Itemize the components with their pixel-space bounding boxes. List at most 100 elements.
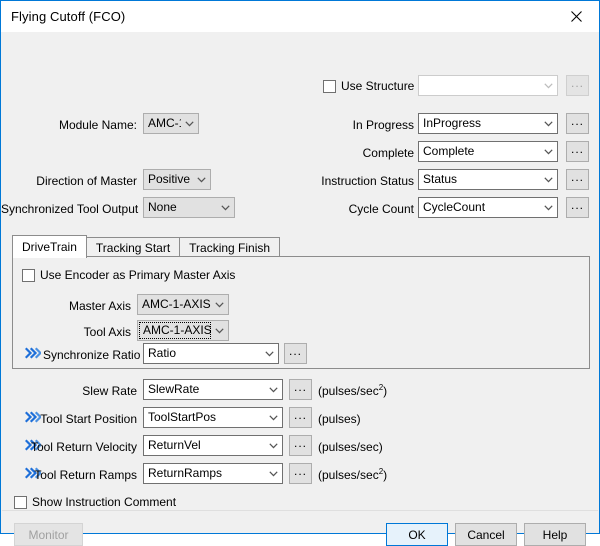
master-axis-label: Master Axis — [68, 299, 131, 313]
synchronize-ratio-label: Synchronize Ratio — [43, 348, 141, 362]
chevron-down-icon — [540, 204, 557, 211]
synchronize-ratio-value: Ratio — [148, 346, 177, 360]
tool-return-ramps-label: Tool Return Ramps — [34, 468, 137, 482]
show-instruction-comment-label: Show Instruction Comment — [32, 495, 177, 509]
slew-rate-label: Slew Rate — [82, 384, 137, 398]
tool-axis-value: AMC-1-AXIS-3 — [139, 322, 211, 339]
ellipsis-label: ... — [570, 113, 584, 128]
instruction-status-combo[interactable]: Status — [418, 169, 558, 190]
footer-separator — [2, 510, 598, 511]
units-text: (pulses/sec) — [318, 440, 383, 454]
in-progress-combo[interactable]: InProgress — [418, 113, 558, 134]
ellipsis-label: ... — [293, 379, 307, 394]
use-structure-combo — [418, 75, 558, 96]
in-progress-browse-button[interactable]: ... — [566, 113, 589, 134]
units-text: (pulses/sec — [318, 468, 379, 482]
chevron-down-icon — [265, 442, 282, 449]
direction-of-master-label: Direction of Master — [36, 174, 137, 188]
cancel-label: Cancel — [467, 527, 505, 542]
ellipsis-label: ... — [570, 141, 584, 156]
tool-return-ramps-units: (pulses/sec2) — [318, 467, 387, 483]
tool-start-position-browse-button[interactable]: ... — [289, 407, 312, 428]
direction-of-master-value: Positive — [148, 172, 191, 186]
ellipsis-label: ... — [570, 169, 584, 184]
tab-strip: DriveTrain Tracking Start Tracking Finis… — [12, 235, 281, 258]
tool-return-ramps-combo[interactable]: ReturnRamps — [143, 463, 283, 484]
tool-return-velocity-value: ReturnVel — [148, 438, 201, 452]
checkbox-box — [14, 495, 27, 509]
checkbox-box — [323, 79, 336, 93]
tab-tracking-start[interactable]: Tracking Start — [85, 237, 181, 258]
chevron-down-icon — [265, 470, 282, 477]
chevron-down-icon — [540, 148, 557, 155]
master-axis-value: AMC-1-AXIS-2 — [142, 297, 211, 311]
tool-return-velocity-label: Tool Return Velocity — [30, 440, 137, 454]
module-name-label: Module Name: — [58, 118, 137, 132]
instruction-status-value: Status — [423, 172, 458, 186]
help-label: Help — [542, 527, 568, 542]
monitor-button: Monitor — [14, 523, 83, 546]
tool-return-velocity-units: (pulses/sec) — [318, 439, 383, 455]
tool-start-position-label: Tool Start Position — [40, 412, 137, 426]
units-tail: ) — [383, 468, 388, 482]
synchronize-ratio-combo[interactable]: Ratio — [143, 343, 279, 364]
module-name-combo[interactable]: AMC-1 — [143, 113, 199, 134]
dialog-window: Flying Cutoff (FCO) Use Structure ... Mo… — [0, 0, 600, 546]
units-text: (pulses) — [318, 412, 361, 426]
chevron-down-icon — [211, 301, 228, 308]
synchronized-tool-output-value: None — [148, 200, 177, 214]
slew-rate-browse-button[interactable]: ... — [289, 379, 312, 400]
ellipsis-label: ... — [293, 463, 307, 478]
chevron-down-icon — [265, 414, 282, 421]
master-axis-combo[interactable]: AMC-1-AXIS-2 — [137, 294, 229, 315]
cycle-count-combo[interactable]: CycleCount — [418, 197, 558, 218]
title-bar: Flying Cutoff (FCO) — [1, 1, 599, 32]
complete-combo[interactable]: Complete — [418, 141, 558, 162]
ellipsis-label: ... — [293, 407, 307, 422]
complete-browse-button[interactable]: ... — [566, 141, 589, 162]
slew-rate-units: (pulses/sec2) — [318, 383, 387, 399]
chevron-down-icon — [193, 176, 210, 183]
ellipsis-label: ... — [570, 197, 584, 212]
tool-return-ramps-browse-button[interactable]: ... — [289, 463, 312, 484]
units-tail: ) — [383, 384, 388, 398]
tool-axis-combo[interactable]: AMC-1-AXIS-3 — [137, 320, 229, 341]
close-icon[interactable] — [554, 2, 599, 32]
tool-return-velocity-combo[interactable]: ReturnVel — [143, 435, 283, 456]
tool-return-velocity-browse-button[interactable]: ... — [289, 435, 312, 456]
use-encoder-checkbox[interactable]: Use Encoder as Primary Master Axis — [22, 268, 235, 282]
use-encoder-label: Use Encoder as Primary Master Axis — [40, 268, 236, 282]
cancel-button[interactable]: Cancel — [455, 523, 517, 546]
help-button[interactable]: Help — [524, 523, 586, 546]
chevron-down-icon — [540, 176, 557, 183]
tool-start-position-units: (pulses) — [318, 411, 361, 427]
complete-value: Complete — [423, 144, 475, 158]
tool-axis-label: Tool Axis — [83, 325, 131, 339]
dialog-body: Use Structure ... Module Name: AMC-1 In … — [1, 32, 599, 546]
tool-start-position-combo[interactable]: ToolStartPos — [143, 407, 283, 428]
ellipsis-label: ... — [293, 435, 307, 450]
tab-tracking-finish[interactable]: Tracking Finish — [179, 237, 281, 258]
tab-drivetrain[interactable]: DriveTrain — [12, 235, 87, 258]
ellipsis-label: ... — [570, 75, 584, 90]
ellipsis-label: ... — [288, 343, 302, 358]
synchronize-ratio-browse-button[interactable]: ... — [284, 343, 307, 364]
instruction-status-browse-button[interactable]: ... — [566, 169, 589, 190]
tab-label: Tracking Start — [95, 241, 171, 255]
ok-button[interactable]: OK — [386, 523, 448, 546]
slew-rate-value: SlewRate — [148, 382, 200, 396]
instruction-status-label: Instruction Status — [321, 174, 414, 188]
dialog-title: Flying Cutoff (FCO) — [11, 9, 126, 24]
tool-return-ramps-value: ReturnRamps — [148, 466, 223, 480]
show-instruction-comment-checkbox[interactable]: Show Instruction Comment — [14, 495, 176, 509]
chevron-down-icon — [265, 386, 282, 393]
cycle-count-browse-button[interactable]: ... — [566, 197, 589, 218]
slew-rate-combo[interactable]: SlewRate — [143, 379, 283, 400]
cycle-count-label: Cycle Count — [348, 202, 414, 216]
chevron-down-icon — [181, 120, 198, 127]
chevron-down-icon — [211, 327, 228, 334]
direction-of-master-combo[interactable]: Positive — [143, 169, 211, 190]
chevron-down-icon — [540, 82, 557, 89]
synchronized-tool-output-combo[interactable]: None — [143, 197, 235, 218]
use-structure-checkbox[interactable]: Use Structure — [323, 79, 414, 93]
